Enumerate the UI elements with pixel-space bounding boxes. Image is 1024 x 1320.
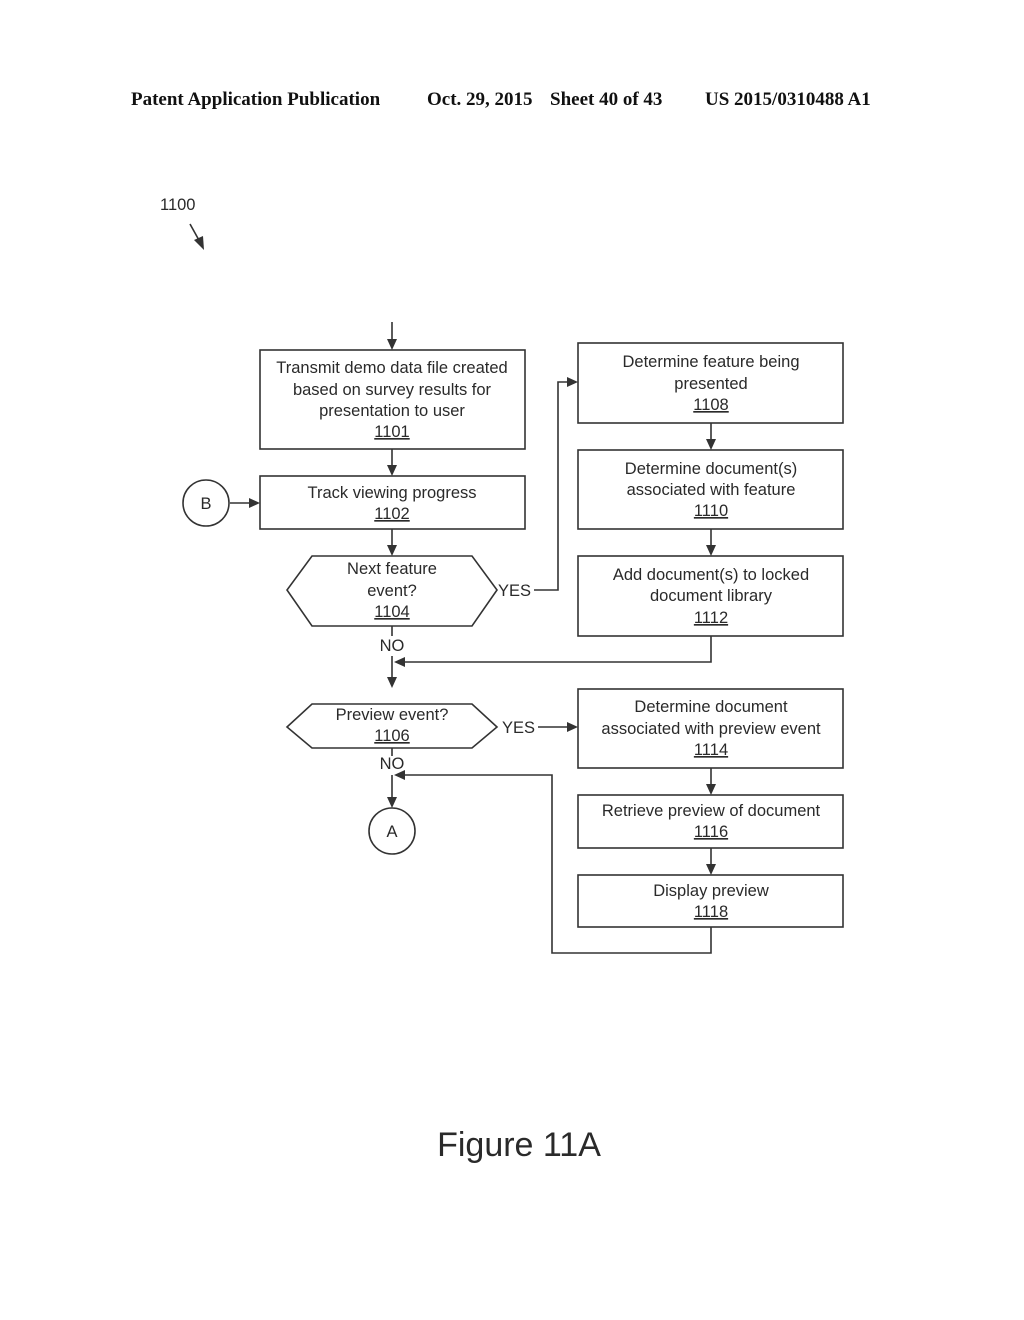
step-1102-text-line1: Track viewing progress xyxy=(307,484,476,502)
step-1116-box: Retrieve preview of document 1116 xyxy=(577,794,844,849)
step-1112-text-line2: document library xyxy=(650,587,773,605)
branch-yes-1106: YES xyxy=(502,719,535,737)
step-1112-ref: 1112 xyxy=(694,609,728,627)
branch-yes-1104: YES xyxy=(498,582,531,600)
step-1102-ref: 1102 xyxy=(374,505,409,523)
step-1114-ref: 1114 xyxy=(694,741,728,759)
ref-pointer-arrow xyxy=(189,223,204,250)
figure-caption: Figure 11A xyxy=(437,1126,601,1164)
step-1112-box: Add document(s) to locked document libra… xyxy=(577,555,844,637)
branch-no-1106: NO xyxy=(380,755,405,773)
step-1101-text-line2: based on survey results for xyxy=(293,381,492,399)
figure-ref-label: 1100 xyxy=(160,196,195,214)
connector-b: B xyxy=(182,479,230,527)
flowchart: 1100 Transmit demo data file created bas… xyxy=(160,196,844,1164)
step-1101-ref: 1101 xyxy=(374,423,409,441)
step-1118-text-line1: Display preview xyxy=(653,882,769,900)
step-1116-text-line1: Retrieve preview of document xyxy=(602,802,821,820)
step-1110-text-line2: associated with feature xyxy=(627,481,796,499)
branch-no-1104: NO xyxy=(380,637,405,655)
decision-1106-ref: 1106 xyxy=(374,727,409,745)
decision-1106: Preview event? 1106 xyxy=(285,703,499,749)
decision-1106-text-line1: Preview event? xyxy=(336,706,449,724)
step-1101-text-line3: presentation to user xyxy=(319,402,465,420)
connector-a: A xyxy=(368,807,416,855)
step-1116-ref: 1116 xyxy=(694,823,728,841)
step-1112-text-line1: Add document(s) to locked xyxy=(613,566,809,584)
decision-1104-ref: 1104 xyxy=(374,603,409,621)
step-1108-text-line1: Determine feature being xyxy=(622,353,799,371)
step-1114-box: Determine document associated with previ… xyxy=(577,688,844,769)
step-1110-text-line1: Determine document(s) xyxy=(625,460,797,478)
step-1101-text-line1: Transmit demo data file created xyxy=(276,359,507,377)
step-1118-box: Display preview 1118 xyxy=(577,874,844,928)
step-1108-ref: 1108 xyxy=(693,396,728,414)
step-1101-box: Transmit demo data file created based on… xyxy=(259,349,526,450)
entry-arrowhead xyxy=(387,339,397,350)
step-1108-box: Determine feature being presented 1108 xyxy=(577,342,844,424)
decision-1104-text-line1: Next feature xyxy=(347,560,437,578)
step-1118-ref: 1118 xyxy=(694,903,728,921)
decision-1104-text-line2: event? xyxy=(367,582,417,600)
connector-b-label: B xyxy=(200,495,211,513)
step-1110-ref: 1110 xyxy=(694,502,728,520)
step-1114-text-line1: Determine document xyxy=(634,698,788,716)
step-1110-box: Determine document(s) associated with fe… xyxy=(577,449,844,530)
decision-1104: Next feature event? 1104 xyxy=(286,555,498,627)
step-1114-text-line2: associated with preview event xyxy=(601,720,821,738)
step-1108-text-line2: presented xyxy=(674,375,747,393)
connector-a-label: A xyxy=(386,823,397,841)
step-1102-box: Track viewing progress 1102 xyxy=(259,475,526,530)
